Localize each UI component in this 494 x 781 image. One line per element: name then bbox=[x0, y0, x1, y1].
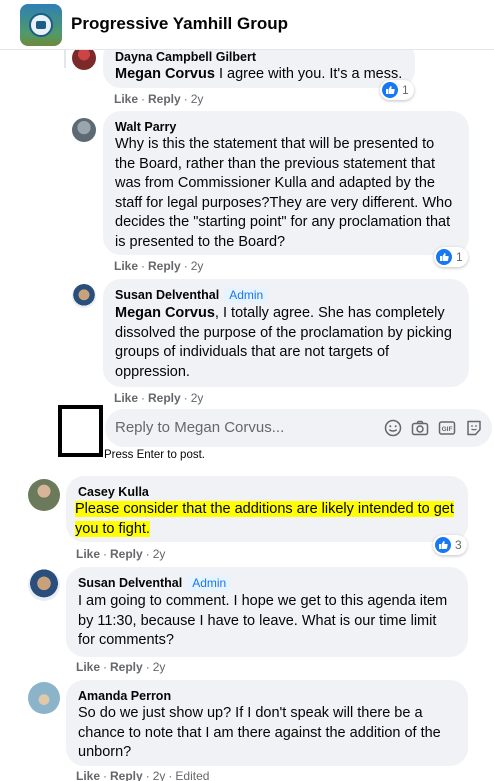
comment-author: Susan Delventhal Admin bbox=[78, 575, 456, 592]
comment-bubble: Amanda Perron So do we just show up? If … bbox=[66, 680, 468, 766]
comment-actions: Like · Reply · 2y · Edited bbox=[76, 769, 209, 781]
edited-label: Edited bbox=[175, 769, 210, 781]
reply-button[interactable]: Reply bbox=[110, 769, 143, 781]
like-button[interactable]: Like bbox=[76, 547, 100, 561]
comment-text: Megan Corvus, I totally agree. She has c… bbox=[115, 304, 457, 382]
reply-button[interactable]: Reply bbox=[110, 547, 143, 561]
comment-author[interactable]: Walt Parry bbox=[115, 119, 457, 135]
comment-bubble: Walt Parry Why is this the statement tha… bbox=[103, 111, 469, 255]
group-title[interactable]: Progressive Yamhill Group bbox=[71, 14, 288, 34]
comment-text: So do we just show up? If I don't speak … bbox=[78, 705, 441, 760]
reply-button[interactable]: Reply bbox=[148, 391, 181, 405]
comment-timestamp[interactable]: 2y bbox=[191, 391, 204, 405]
reaction-number: 1 bbox=[456, 250, 463, 264]
like-button[interactable]: Like bbox=[76, 660, 100, 674]
like-reaction-icon bbox=[382, 82, 398, 98]
separator: · bbox=[183, 391, 188, 405]
avatar[interactable] bbox=[72, 118, 96, 142]
avatar[interactable] bbox=[28, 479, 60, 511]
group-header: Progressive Yamhill Group bbox=[0, 0, 494, 50]
avatar[interactable] bbox=[28, 682, 60, 714]
admin-badge: Admin bbox=[187, 575, 232, 592]
comment-text-body: I agree with you. It's a mess. bbox=[214, 66, 403, 82]
separator: · bbox=[168, 769, 173, 781]
separator: · bbox=[141, 391, 146, 405]
comment-text: Why is this the statement that will be p… bbox=[115, 136, 453, 250]
sticker-icon[interactable] bbox=[464, 418, 484, 438]
avatar[interactable] bbox=[28, 569, 60, 601]
smiley-icon[interactable] bbox=[383, 418, 403, 438]
separator: · bbox=[183, 259, 188, 273]
comment-author[interactable]: Casey Kulla bbox=[78, 484, 456, 500]
comment-author: Susan Delventhal Admin bbox=[115, 287, 457, 304]
comment-author[interactable]: Dayna Campbell Gilbert bbox=[115, 49, 403, 65]
mention-link[interactable]: Megan Corvus bbox=[115, 305, 215, 321]
separator: · bbox=[103, 547, 108, 561]
comment-author-name[interactable]: Susan Delventhal bbox=[78, 576, 182, 590]
reaction-count[interactable]: 1 bbox=[380, 80, 414, 100]
comment-timestamp[interactable]: 2y bbox=[191, 92, 204, 106]
thread-line bbox=[64, 50, 66, 68]
comment-author[interactable]: Amanda Perron bbox=[78, 688, 456, 704]
comment-text: Please consider that the additions are l… bbox=[75, 500, 456, 539]
separator: · bbox=[141, 259, 146, 273]
reaction-count[interactable]: 1 bbox=[434, 247, 468, 267]
comment-timestamp[interactable]: 2y bbox=[191, 259, 204, 273]
svg-text:GIF: GIF bbox=[442, 426, 453, 433]
comment-text: Megan Corvus I agree with you. It's a me… bbox=[115, 65, 403, 85]
comment-timestamp[interactable]: 2y bbox=[153, 660, 166, 674]
like-button[interactable]: Like bbox=[114, 391, 138, 405]
reply-button[interactable]: Reply bbox=[148, 92, 181, 106]
camera-icon[interactable] bbox=[410, 418, 430, 438]
comment-actions: Like · Reply · 2y bbox=[76, 660, 165, 674]
separator: · bbox=[145, 547, 150, 561]
reaction-count[interactable]: 3 bbox=[433, 535, 467, 555]
comment-text: I am going to comment. I hope we get to … bbox=[78, 593, 448, 648]
comment-bubble: Susan Delventhal Admin I am going to comm… bbox=[66, 567, 468, 657]
separator: · bbox=[183, 92, 188, 106]
comment-timestamp[interactable]: 2y bbox=[153, 547, 166, 561]
reply-input[interactable]: Reply to Megan Corvus... GIF bbox=[105, 409, 492, 447]
group-logo[interactable] bbox=[20, 4, 62, 46]
like-button[interactable]: Like bbox=[76, 769, 100, 781]
avatar[interactable] bbox=[72, 284, 96, 308]
like-button[interactable]: Like bbox=[114, 259, 138, 273]
separator: · bbox=[103, 769, 108, 781]
comment-bubble: Susan Delventhal Admin Megan Corvus, I to… bbox=[103, 279, 469, 387]
like-button[interactable]: Like bbox=[114, 92, 138, 106]
gif-icon[interactable]: GIF bbox=[437, 418, 457, 438]
comment-actions: Like · Reply · 2y bbox=[114, 259, 203, 273]
separator: · bbox=[103, 660, 108, 674]
admin-badge: Admin bbox=[224, 287, 269, 304]
comment-author-name[interactable]: Susan Delventhal bbox=[115, 288, 219, 302]
mention-link[interactable]: Megan Corvus bbox=[115, 66, 215, 82]
separator: · bbox=[145, 769, 150, 781]
reply-button[interactable]: Reply bbox=[148, 259, 181, 273]
reply-button[interactable]: Reply bbox=[110, 660, 143, 674]
reply-placeholder: Reply to Megan Corvus... bbox=[115, 419, 285, 436]
comment-timestamp[interactable]: 2y bbox=[153, 769, 166, 781]
reply-hint: Press Enter to post. bbox=[104, 449, 205, 461]
highlighted-text: Please consider that the additions are l… bbox=[75, 501, 454, 537]
reaction-number: 3 bbox=[455, 538, 462, 552]
separator: · bbox=[141, 92, 146, 106]
comment-actions: Like · Reply · 2y bbox=[76, 547, 165, 561]
comment-bubble: Casey Kulla Please consider that the add… bbox=[66, 476, 468, 542]
comment-actions: Like · Reply · 2y bbox=[114, 391, 203, 405]
redaction-box bbox=[58, 405, 103, 457]
separator: · bbox=[145, 660, 150, 674]
comment-actions: Like · Reply · 2y bbox=[114, 92, 203, 106]
reply-tools: GIF bbox=[383, 418, 484, 438]
reaction-number: 1 bbox=[402, 83, 409, 97]
like-reaction-icon bbox=[436, 249, 452, 265]
like-reaction-icon bbox=[435, 537, 451, 553]
